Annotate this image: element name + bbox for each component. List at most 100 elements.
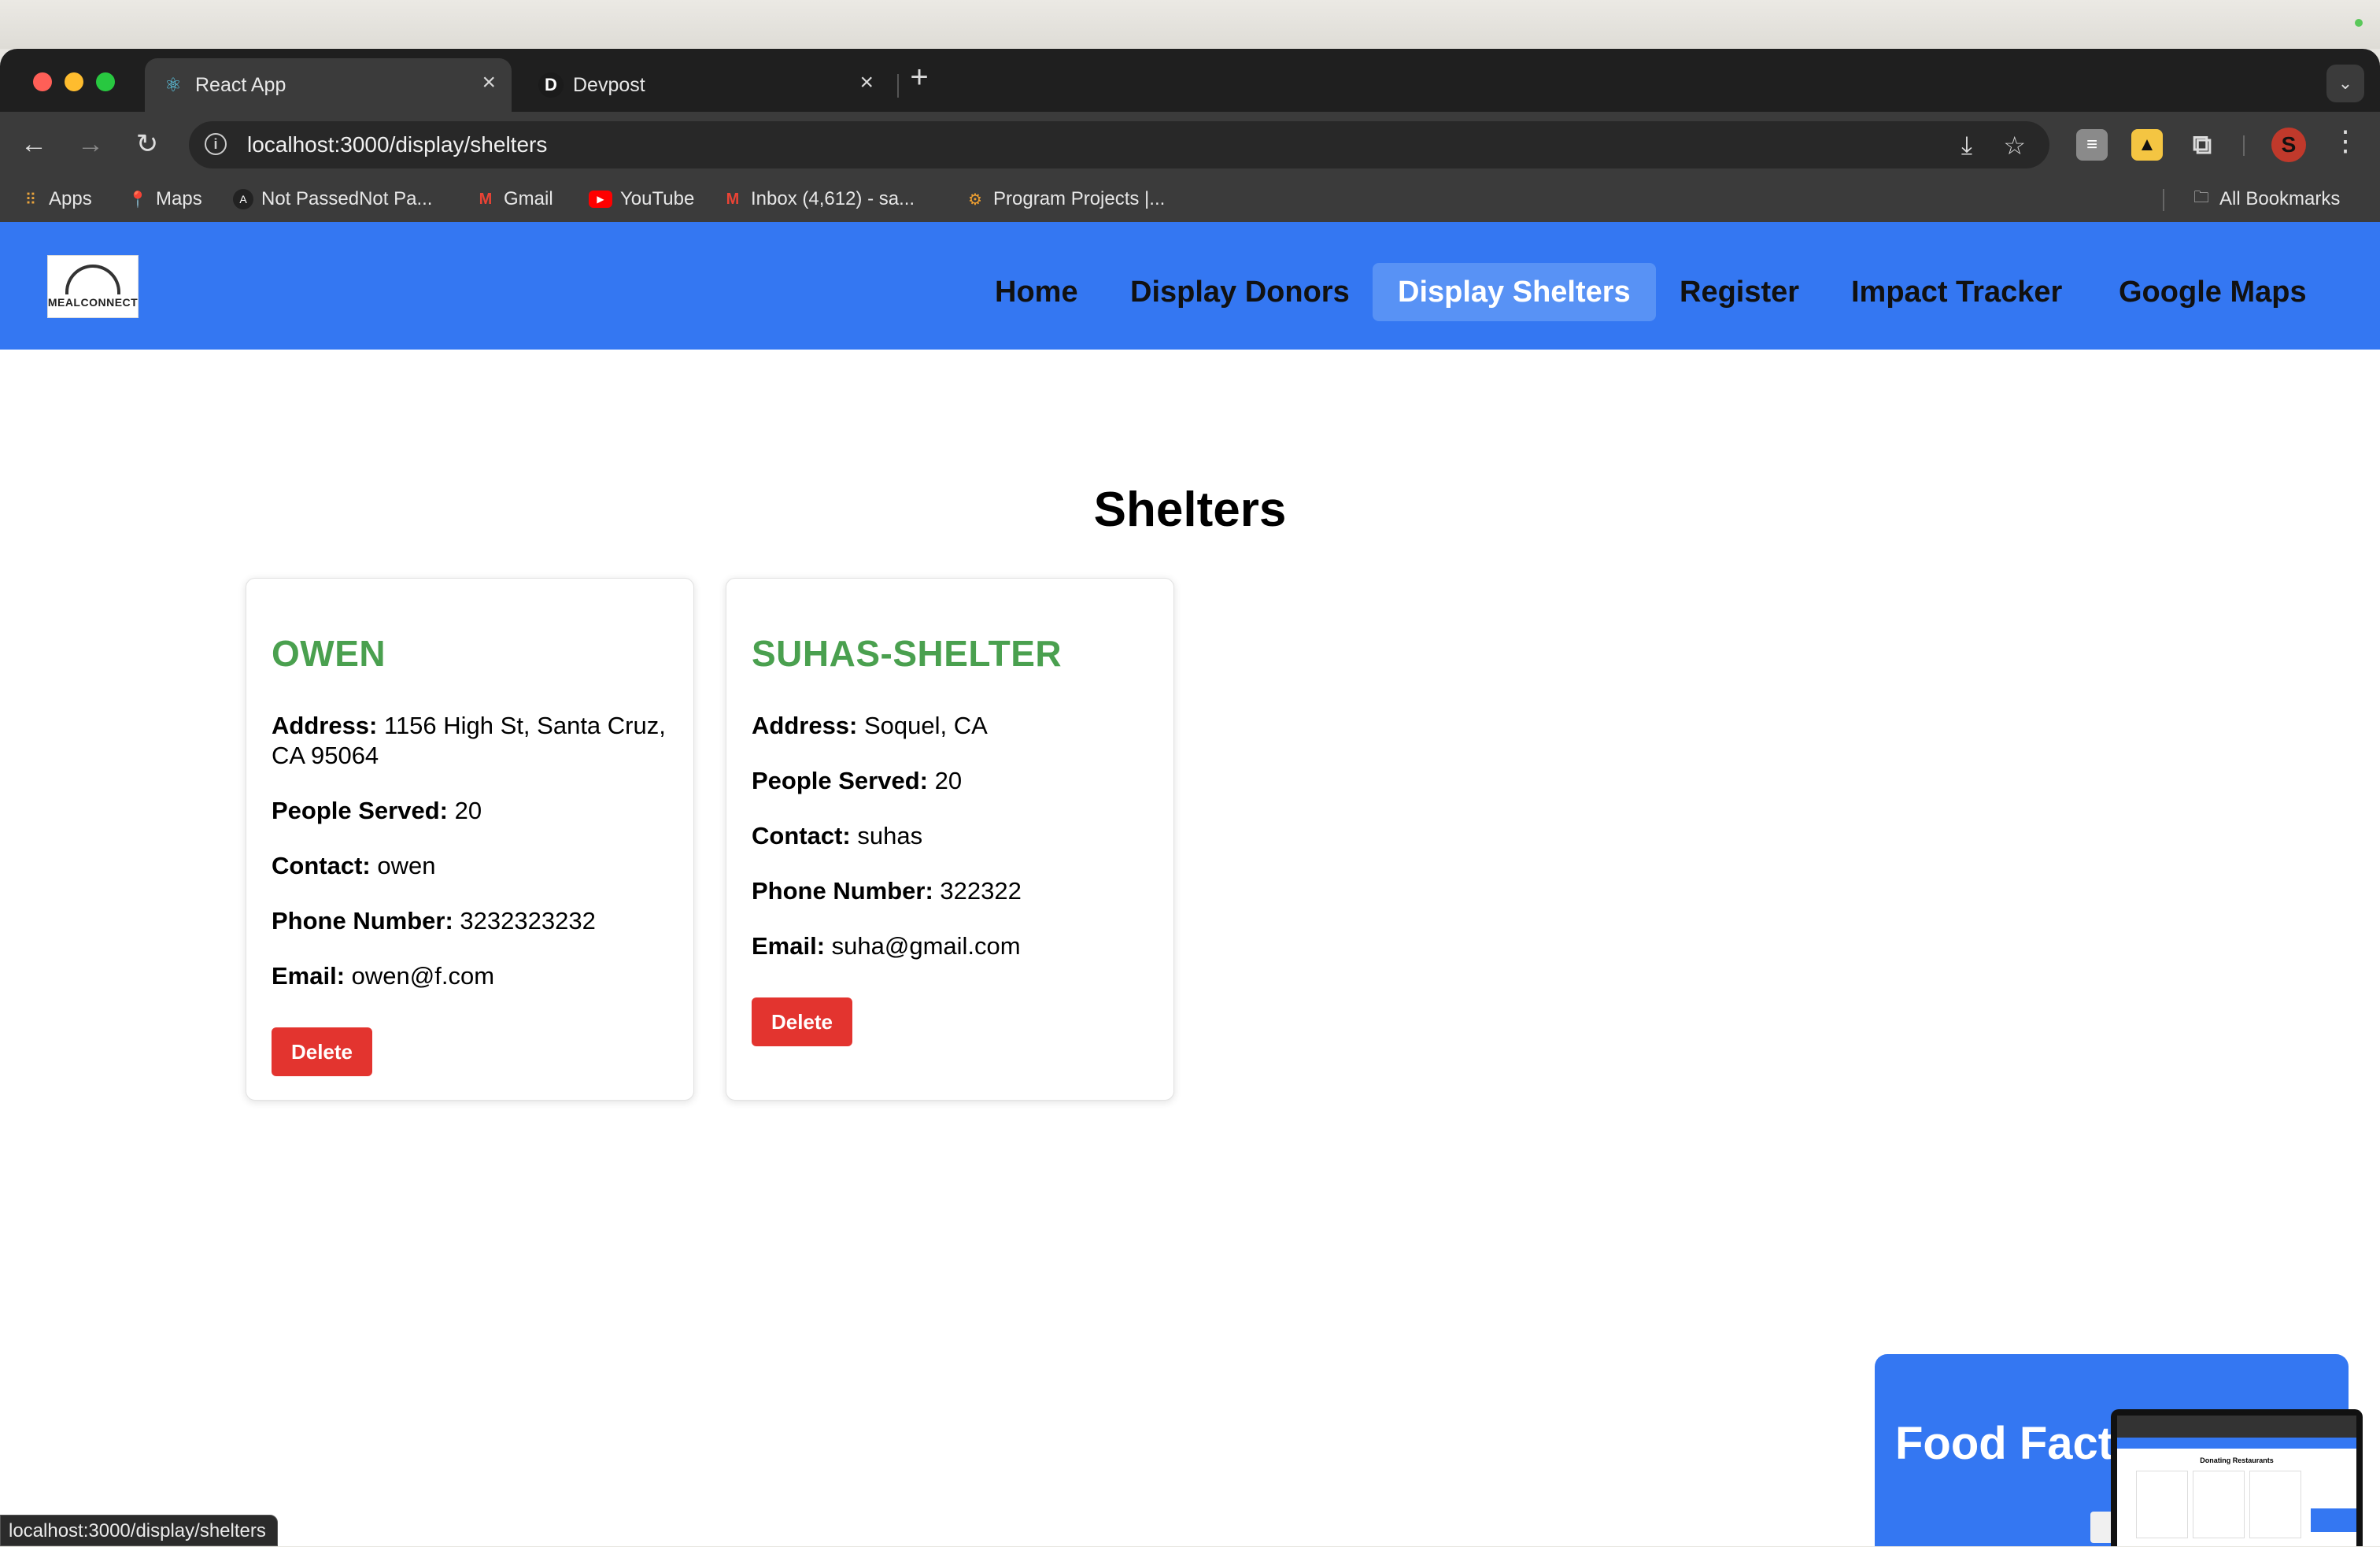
bookmark-label: Maps [156, 188, 202, 209]
close-tab-icon[interactable]: × [859, 69, 874, 96]
nav-home[interactable]: Home [970, 263, 1103, 321]
bookmarks-bar: ⠿ Apps 📍 Maps A Not PassedNot Pa... M Gm… [0, 176, 2380, 223]
food-fact-title: Food Fact [1895, 1418, 2114, 1469]
thumbnail-card [2193, 1471, 2245, 1538]
thumbnail-card [2136, 1471, 2188, 1538]
shelter-name: SUHAS-SHELTER [752, 633, 1062, 674]
gmail-icon: M [479, 190, 493, 208]
shelter-email: Email: owen@f.com [272, 961, 668, 991]
field-label: Address: [752, 712, 858, 739]
field-label: Phone Number: [272, 907, 453, 934]
thumbnail-card [2249, 1471, 2301, 1538]
devpost-icon: D [538, 72, 564, 98]
shelter-address: Address: Soquel, CA [752, 711, 1148, 741]
tab-divider [897, 74, 899, 98]
delete-button[interactable]: Delete [272, 1027, 372, 1076]
bookmark-youtube[interactable]: ▶ YouTube [589, 184, 694, 214]
field-label: Contact: [272, 852, 371, 879]
gear-icon: ⚙ [968, 191, 982, 209]
field-value: owen@f.com [351, 962, 495, 990]
extensions-puzzle-icon[interactable]: ⧉ [2186, 129, 2218, 161]
nav-register[interactable]: Register [1654, 263, 1824, 321]
react-icon: ⚛ [164, 74, 182, 96]
field-label: People Served: [752, 767, 928, 794]
bookmarks-divider [2163, 189, 2164, 211]
shelter-people-served: People Served: 20 [272, 796, 668, 826]
new-tab-button[interactable]: + [902, 60, 937, 95]
browser-window: ⚛ React App × D Devpost × + ⌄ ← → ↻ i lo… [0, 49, 2380, 1546]
bookmark-label: Apps [49, 188, 92, 209]
shelter-email: Email: suha@gmail.com [752, 931, 1148, 961]
shelter-contact: Contact: suhas [752, 821, 1148, 851]
nav-display-shelters[interactable]: Display Shelters [1373, 263, 1656, 321]
reload-button[interactable]: ↻ [128, 124, 167, 164]
delete-button[interactable]: Delete [752, 997, 852, 1046]
bookmark-not-passed[interactable]: A Not PassedNot Pa... [233, 184, 432, 214]
bookmark-program-projects[interactable]: ⚙ Program Projects |... [965, 184, 1165, 214]
bookmark-maps[interactable]: 📍 Maps [128, 184, 202, 214]
shelter-card: OWEN Address: 1156 High St, Santa Cruz, … [246, 578, 694, 1101]
thumbnail-screen: Donating Restaurants [2117, 1416, 2356, 1546]
address-bar[interactable]: i localhost:3000/display/shelters ⤓ ☆ [189, 121, 2049, 168]
desktop-menubar [0, 0, 2380, 49]
tab-strip: ⚛ React App × D Devpost × + ⌄ [0, 49, 2380, 112]
nav-google-maps[interactable]: Google Maps [2094, 263, 2332, 321]
field-value: suhas [857, 822, 923, 849]
bookmark-label: YouTube [620, 188, 695, 209]
bookmark-label: Program Projects |... [993, 188, 1166, 209]
field-label: Contact: [752, 822, 851, 849]
back-button[interactable]: ← [14, 124, 54, 164]
close-tab-icon[interactable]: × [482, 69, 496, 96]
close-window-button[interactable] [33, 72, 52, 91]
all-bookmarks[interactable]: 🗀 All Bookmarks [2191, 184, 2340, 214]
field-value: 20 [454, 797, 482, 824]
url-text[interactable]: localhost:3000/display/shelters [247, 132, 547, 157]
shelter-address: Address: 1156 High St, Santa Cruz, CA 95… [272, 711, 668, 771]
field-label: Address: [272, 712, 378, 739]
bookmark-label: Inbox (4,612) - sa... [751, 188, 915, 209]
extension-icon[interactable]: ▲ [2131, 129, 2163, 161]
tab-search-button[interactable]: ⌄ [2326, 65, 2364, 102]
chevron-down-icon: ⌄ [2338, 73, 2353, 93]
thumbnail-heading: Donating Restaurants [2200, 1456, 2274, 1464]
profile-avatar[interactable]: S [2271, 128, 2306, 162]
maps-pin-icon: 📍 [128, 191, 148, 209]
screenshot-thumbnail[interactable]: Donating Restaurants [2111, 1409, 2363, 1546]
field-label: Phone Number: [752, 877, 933, 905]
bookmark-gmail[interactable]: M Gmail [475, 184, 553, 214]
field-value: Soquel, CA [864, 712, 988, 739]
nav-impact-tracker[interactable]: Impact Tracker [1826, 263, 2087, 321]
site-info-icon[interactable]: i [205, 133, 227, 155]
browser-menu-icon[interactable]: ⋮ [2330, 124, 2361, 157]
tab-title: Devpost [573, 74, 645, 96]
tab-devpost[interactable]: D Devpost × [523, 58, 889, 112]
youtube-icon: ▶ [589, 191, 612, 208]
nav-display-donors[interactable]: Display Donors [1105, 263, 1375, 321]
install-app-icon[interactable]: ⤓ [1961, 131, 1972, 161]
field-label: People Served: [272, 797, 448, 824]
field-value: 3232323232 [460, 907, 596, 934]
shelter-phone: Phone Number: 3232323232 [272, 906, 668, 936]
extension-icon[interactable]: ≡ [2076, 129, 2108, 161]
bookmark-apps[interactable]: ⠿ Apps [20, 184, 92, 214]
maximize-window-button[interactable] [96, 72, 115, 91]
bookmark-star-icon[interactable]: ☆ [2003, 131, 2026, 161]
page-title: Shelters [1093, 483, 1287, 537]
bookmark-label: Gmail [504, 188, 553, 209]
shelter-contact: Contact: owen [272, 851, 668, 881]
forward-button[interactable]: → [71, 124, 110, 164]
thumbnail-widget [2311, 1508, 2356, 1532]
bookmark-inbox[interactable]: M Inbox (4,612) - sa... [722, 184, 915, 214]
apps-grid-icon: ⠿ [24, 191, 37, 209]
shelter-name: OWEN [272, 633, 386, 674]
app-page: MEALCONNECT Home Display Donors Display … [0, 222, 2380, 1546]
app-navbar: MEALCONNECT Home Display Donors Display … [0, 222, 2380, 350]
folder-icon: 🗀 [2193, 189, 2209, 206]
tab-react-app[interactable]: ⚛ React App × [145, 58, 512, 112]
bookmark-label: All Bookmarks [2219, 188, 2341, 209]
tab-title: React App [195, 74, 286, 96]
browser-toolbar: ← → ↻ i localhost:3000/display/shelters … [0, 112, 2380, 176]
minimize-window-button[interactable] [65, 72, 83, 91]
toolbar-divider [2243, 135, 2245, 156]
mealconnect-logo[interactable]: MEALCONNECT [47, 255, 139, 318]
